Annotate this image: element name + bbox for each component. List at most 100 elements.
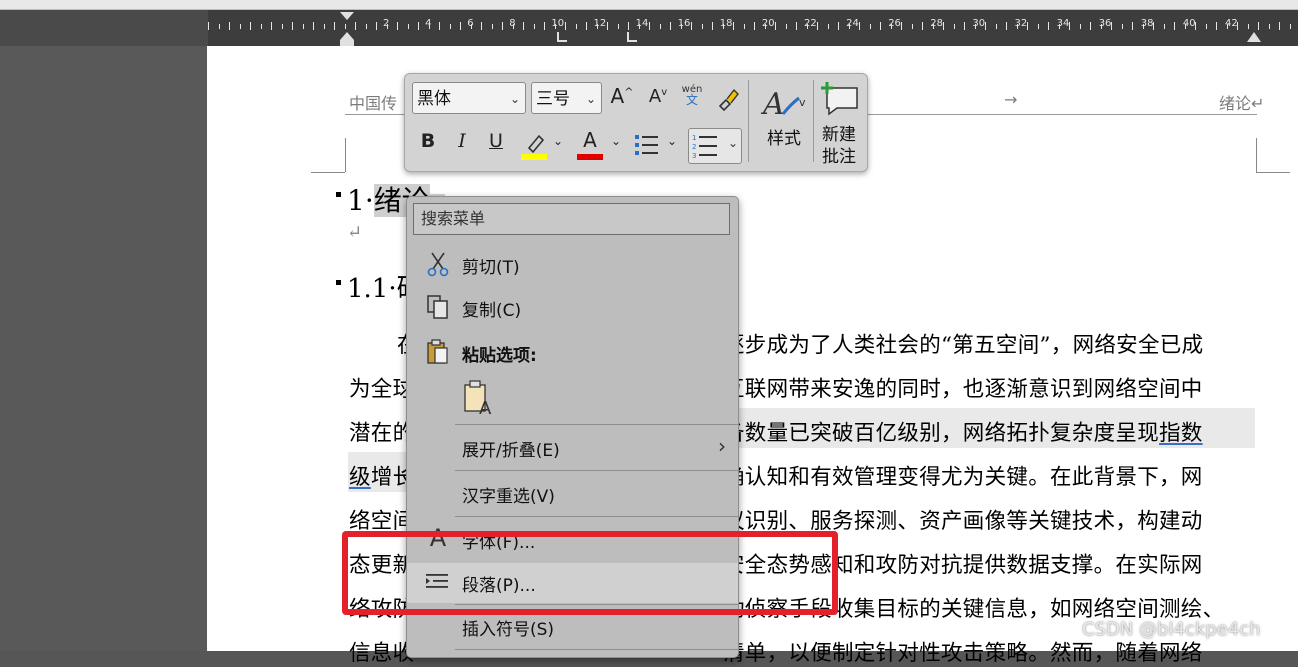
new-comment-label-line2: 批注 [822,147,856,167]
menu-item-copy[interactable]: 复制(C) [407,288,738,328]
body-text-line-right[interactable]: 确认知和有效管理变得尤为关键。在此背景下，网 [723,460,1203,491]
ruler-tick [1090,22,1091,30]
menu-item-label: 剪切(T) [462,258,520,278]
shrink-font-button[interactable]: Av [645,86,671,107]
styles-button[interactable]: A v 样式 [755,80,813,164]
ruler-tick [302,24,304,29]
ruler-tick [964,22,965,30]
spelling-underlined-text[interactable]: 级 [349,465,371,490]
ruler-tick [1216,22,1217,30]
ruler-tick [1048,22,1049,30]
new-comment-button[interactable]: 新建 批注 [815,80,863,168]
highlight-color-icon[interactable] [519,130,551,160]
chevron-down-icon[interactable]: ⌄ [552,134,564,148]
ruler-number: 28 [930,18,944,29]
ruler-tick [733,22,734,30]
body-text-line-right[interactable]: 互联网带来安逸的同时，也逐渐意识到网络空间中 [723,372,1203,403]
tab-stop-icon[interactable] [556,30,570,44]
ruler-tick [439,22,440,30]
tab-stop-icon[interactable] [626,30,640,44]
new-comment-icon [821,82,858,116]
paste-icon [427,339,448,364]
body-text-line-left[interactable]: 为全球 [349,372,414,403]
ruler-tick [953,24,955,29]
font-color-button[interactable]: A [577,128,603,152]
format-painter-icon[interactable] [714,86,740,112]
font-size-combo[interactable]: 三号 ⌄ [531,82,602,114]
svg-text:2: 2 [692,143,696,151]
indent-marker-icon[interactable] [339,10,355,46]
ruler-tick [544,22,545,30]
ruler-number: 14 [635,18,649,29]
ruler-number: 16 [677,18,691,29]
chevron-down-icon[interactable]: ⌄ [610,134,622,148]
paste-keep-text-only-icon[interactable]: A [462,380,496,416]
ruler-tick [208,22,209,30]
grow-font-icon: A [610,84,625,108]
font-name-combo[interactable]: 黑体 ⌄ [412,82,526,114]
font-name-value: 黑体 [417,89,451,109]
menu-item-label: 粘贴选项: [462,346,537,366]
ruler-tick [1205,24,1207,29]
phonetic-bottom-text: 文 [685,93,698,107]
ruler-tick [397,22,398,30]
ruler-tick [355,22,356,30]
ruler-number: 22 [804,18,817,29]
crop-mark [311,172,345,173]
ruler-number: 12 [593,18,607,29]
right-indent-marker-icon[interactable] [1246,28,1262,46]
spelling-underlined-text[interactable]: 指数 [1159,421,1203,446]
ruler-number: 30 [972,18,986,29]
ruler-tick [460,22,461,30]
body-text-line-right[interactable]: 清单，以便制定针对性攻击策略。然而，随着网络 [723,636,1203,667]
menu-item-label: 汉字重选(V) [462,487,555,507]
phonetic-guide-button[interactable]: wén 文 [679,84,705,106]
body-text-line-left[interactable]: 信息收 [349,636,414,667]
font-color-letter: A [583,128,597,152]
ruler-tick [449,24,451,29]
grow-font-button[interactable]: A^ [609,84,635,108]
body-text-line-right[interactable]: 备数量已突破百亿级别，网络拓扑复杂度呈现指数 [723,416,1203,447]
menu-item-cut[interactable]: 剪切(T) [407,245,738,285]
ruler-tick [239,24,241,29]
menu-item-expand-collapse[interactable]: 展开/折叠(E) › [407,428,738,468]
numbered-list-button[interactable]: 1 2 3 ⌄ [688,128,742,164]
ruler-number: 8 [509,18,516,29]
text-fragment: 信息收 [349,641,415,666]
ruler-tick [407,24,409,29]
body-text-line-right[interactable]: 逐步成为了人类社会的“第五空间”，网络安全已成 [723,328,1203,359]
heading-number: 1· [347,184,374,217]
ruler-tick [481,22,482,30]
font-size-value: 三号 [536,89,570,109]
body-text-line-left[interactable]: 潜在的 [349,416,414,447]
body-text-line-left[interactable]: 级增长 [349,460,414,491]
crop-mark [1256,172,1290,173]
ruler-tick [785,24,787,29]
menu-separator [455,470,738,471]
toolbar-separator [813,80,814,162]
ruler-tick [218,24,220,29]
ruler-tick [617,24,619,29]
ruler-tick [796,22,797,30]
text-fragment: 清单，以便制定针对性攻击策略。然而，随着网络 [723,641,1203,666]
ruler-tick [701,24,703,29]
ruler-tick [229,22,230,30]
bullet-list-icon[interactable] [633,132,661,158]
styles-label: 样式 [767,129,801,149]
bold-button[interactable]: B [417,130,439,152]
italic-button[interactable]: I [451,130,473,152]
ruler-tick [260,24,262,29]
ruler-tick [628,22,629,30]
menu-item-label: 插入符号(S) [462,620,555,640]
ruler-number: 6 [467,18,474,29]
ruler-tick [313,22,314,30]
ruler-number: 4 [425,18,432,29]
shrink-font-icon: A [648,86,662,107]
ruler-tick [869,24,871,29]
horizontal-ruler[interactable]: 2 4 6 8 10 12 14 16 18 20 22 24 26 28 30 32 34 36 38 40 42 [0,10,1298,46]
watermark: CSDN @bl4ckpe4ch [1082,619,1261,640]
chevron-down-icon[interactable]: ⌄ [666,134,678,148]
underline-button[interactable]: U [485,130,507,152]
menu-item-reconvert[interactable]: 汉字重选(V) [407,474,738,514]
menu-search-input[interactable]: 搜索菜单 [413,203,730,235]
